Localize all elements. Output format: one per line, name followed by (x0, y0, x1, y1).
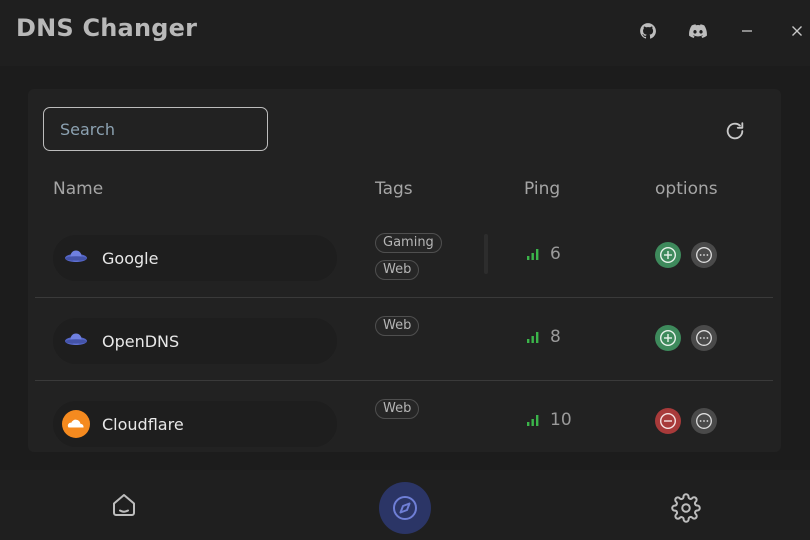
cloudflare-icon (62, 410, 90, 438)
tag: Web (375, 399, 420, 419)
tag-list: Gaming Web (375, 233, 442, 287)
more-options-button[interactable] (691, 242, 717, 268)
close-icon[interactable] (786, 20, 808, 42)
dns-server-panel: Name Tags Ping options Google Gaming Web… (28, 89, 781, 452)
connect-button[interactable] (655, 325, 681, 351)
opendns-icon (62, 327, 90, 355)
table-row: Google Gaming Web 6 (35, 220, 773, 302)
server-name: Cloudflare (102, 414, 184, 434)
ping-indicator: 8 (526, 327, 561, 347)
discord-icon[interactable] (687, 20, 709, 42)
server-name-pill[interactable]: Google (53, 235, 337, 281)
plus-circle-icon (659, 329, 677, 347)
more-dots-icon (696, 413, 712, 429)
bottom-navigation (0, 470, 810, 540)
row-divider (35, 380, 773, 381)
home-icon (113, 494, 135, 516)
server-name-pill[interactable]: OpenDNS (53, 318, 337, 364)
ping-value: 10 (550, 410, 572, 430)
tag: Web (375, 260, 420, 280)
tag: Web (375, 316, 420, 336)
more-dots-icon (696, 247, 712, 263)
ping-value: 6 (550, 244, 561, 264)
disconnect-button[interactable] (655, 408, 681, 434)
column-header-options: options (655, 179, 718, 199)
server-name: Google (102, 248, 159, 268)
title-bar: DNS Changer (0, 0, 810, 66)
compass-icon (393, 496, 417, 520)
table-row: Cloudflare Web 10 (35, 386, 773, 452)
more-dots-icon (696, 330, 712, 346)
row-divider (35, 297, 773, 298)
google-dns-icon (62, 244, 90, 272)
connect-button[interactable] (655, 242, 681, 268)
refresh-icon[interactable] (722, 118, 748, 144)
column-header-ping: Ping (524, 179, 561, 199)
server-name: OpenDNS (102, 331, 180, 351)
minimize-icon[interactable] (736, 20, 758, 42)
column-header-name: Name (53, 179, 104, 199)
tag: Gaming (375, 233, 442, 253)
settings-nav-button[interactable] (660, 482, 712, 534)
github-icon[interactable] (637, 20, 659, 42)
signal-bars-icon (527, 415, 539, 426)
explore-nav-button[interactable] (379, 482, 431, 534)
signal-bars-icon (527, 332, 539, 343)
ping-value: 8 (550, 327, 561, 347)
minus-circle-icon (659, 412, 677, 430)
plus-circle-icon (659, 246, 677, 264)
tag-list: Web (375, 316, 420, 343)
ping-indicator: 6 (526, 244, 561, 264)
settings-gear-icon (671, 493, 701, 523)
tag-scrollbar[interactable] (484, 234, 488, 274)
search-input[interactable] (43, 107, 268, 151)
table-row: OpenDNS Web 8 (35, 303, 773, 385)
app-title: DNS Changer (16, 14, 198, 42)
more-options-button[interactable] (691, 325, 717, 351)
home-nav-button[interactable] (98, 479, 150, 531)
server-name-pill[interactable]: Cloudflare (53, 401, 337, 447)
tag-list: Web (375, 399, 420, 426)
more-options-button[interactable] (691, 408, 717, 434)
ping-indicator: 10 (526, 410, 572, 430)
column-header-tags: Tags (375, 179, 413, 199)
signal-bars-icon (527, 249, 539, 260)
